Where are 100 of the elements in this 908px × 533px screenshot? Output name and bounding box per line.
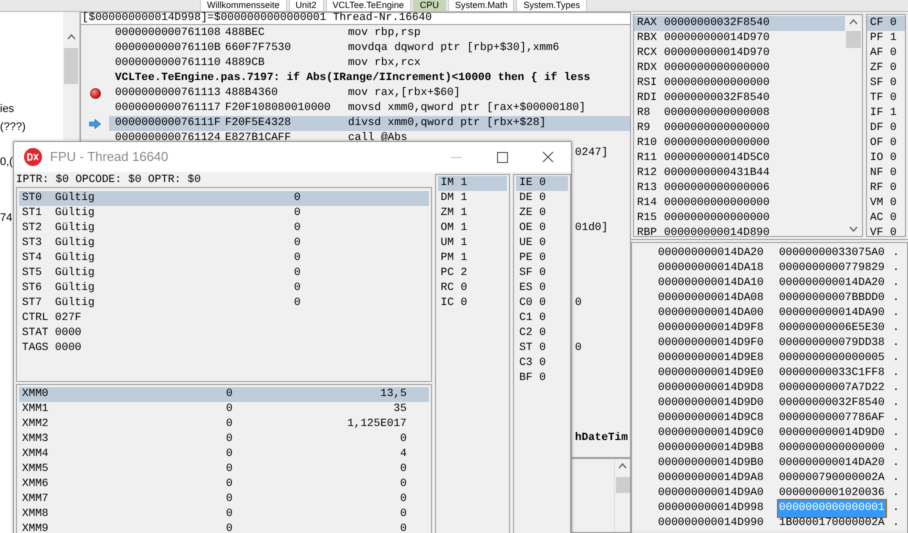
stack-address: 000000000014D990 — [658, 516, 765, 532]
stack-value[interactable]: 000000000014DA90 — [778, 305, 886, 322]
minimize-icon — [450, 156, 462, 158]
stack-value[interactable]: 000000790000002A — [778, 470, 886, 487]
register-row: RAX 00000000032F8540 — [634, 16, 845, 31]
stack-value[interactable]: 1B0000170000002A — [778, 515, 886, 532]
scroll-up-icon[interactable] — [66, 34, 76, 40]
flag-row-text: NF 0 — [869, 166, 898, 181]
stack-value[interactable]: 000000000079DD38 — [778, 335, 886, 352]
st-register-row[interactable]: ST6 Gültig 0 — [19, 281, 429, 296]
stack-value[interactable]: 00000000033075A0 — [778, 245, 886, 262]
register-row-text: RBP 000000000014D890 — [636, 226, 771, 241]
xmm-register-row[interactable]: XMM9 0 0 — [19, 522, 429, 533]
scrollbar-thumb[interactable] — [64, 48, 78, 84]
stack-value[interactable]: 0000000000779829 — [778, 260, 886, 277]
stack-value[interactable]: 0000000000000000 — [778, 440, 886, 457]
stack-address: 000000000014D9F8 — [658, 321, 765, 336]
ascii-text: . — [892, 501, 900, 516]
st-register-row[interactable]: ST1 Gültig 0 — [19, 206, 429, 221]
st-register-row[interactable]: ST4 Gültig 0 — [19, 251, 429, 266]
ascii-text: . — [892, 306, 900, 322]
ascii-text: . — [892, 381, 900, 396]
flag-row-text: OF 0 — [869, 136, 898, 151]
register-row-text: R12 0000000000431B44 — [636, 166, 771, 181]
stack-value[interactable]: 0000000000000005 — [778, 350, 886, 367]
scroll-up-icon[interactable] — [618, 463, 627, 469]
stack-value[interactable]: 00000000007BBDD0 — [778, 290, 886, 307]
stack-value[interactable]: 000000000014D9D0 — [778, 425, 886, 442]
instruction-text: divsd xmm0,qword ptr [rbx+$28] — [348, 116, 546, 132]
st-register-row[interactable]: ST2 Gültig 0 — [19, 221, 429, 236]
ascii-text: . — [892, 261, 900, 276]
code-row[interactable]: 0000000000761110 4889CB mov rbx,rcx — [81, 56, 630, 71]
flag-row-text: PF 1 — [869, 31, 898, 46]
scroll-down-icon[interactable] — [849, 226, 858, 232]
address-text: 0000000000761113 — [114, 86, 222, 102]
breakpoint-icon[interactable] — [90, 88, 100, 99]
xmm-register-row[interactable]: XMM0 0 13,5 — [19, 387, 429, 402]
register-row-text: RDX 0000000000000000 — [636, 61, 771, 76]
register-row-text: R10 0000000000000000 — [636, 136, 771, 151]
ascii-text: . — [892, 246, 900, 262]
maximize-icon — [496, 152, 508, 162]
register-row-text: R15 0000000000000000 — [636, 211, 771, 226]
stack-address: 000000000014D9A0 — [658, 486, 765, 502]
instruction-text: call @Abs — [348, 131, 408, 146]
xmm-register-row[interactable]: XMM2 0 1,125E017 — [19, 417, 429, 432]
st-register-row[interactable]: ST0 Gültig 0 — [19, 191, 429, 206]
stack-value[interactable]: 0000000001020036 — [778, 485, 886, 502]
instruction-text: mov rbx,rcx — [348, 56, 421, 72]
status-flag-row-text: C2 0 — [518, 326, 547, 341]
tree-item-text: ies — [0, 102, 14, 116]
stack-address: 000000000014DA18 — [658, 261, 765, 276]
editor-tab[interactable]: Unit2 — [288, 0, 324, 11]
status-flag-row-text: SF 0 — [518, 266, 547, 281]
flag-row-text: IO 0 — [869, 151, 898, 166]
fpu-word-row-text: TAGS 0000 — [21, 341, 82, 356]
code-row[interactable]: 000000000076110B 660F7F7530 movdqa dqword ptr [rbp+$30],xmm6 — [81, 41, 630, 56]
st-register-row[interactable]: ST7 Gültig 0 — [19, 296, 429, 311]
opcode-bytes: 4889CB — [225, 56, 266, 72]
flag-row-text: TF 0 — [869, 91, 898, 106]
ascii-text: . — [892, 441, 900, 456]
xmm-register-row[interactable]: XMM5 0 0 — [19, 462, 429, 477]
code-row[interactable]: 0000000000761113 488B4360 mov rax,[rbx+$60] — [81, 86, 630, 101]
stack-value[interactable]: 000000000014DA20 — [778, 275, 886, 292]
xmm-register-row[interactable]: XMM4 0 4 — [19, 447, 429, 462]
xmm-register-row[interactable]: XMM7 0 0 — [19, 492, 429, 507]
xmm-register-row[interactable]: XMM3 0 0 — [19, 432, 429, 447]
stack-value[interactable]: 00000000007786AF — [778, 410, 886, 427]
stack-value[interactable]: 00000000006E5E30 — [778, 320, 886, 337]
control-flag-row-text: ZM 1 — [440, 206, 468, 221]
stack-address: 000000000014DA00 — [658, 306, 765, 322]
stack-value[interactable]: 00000000032F8540 — [778, 395, 886, 412]
control-flag-row-text: UM 1 — [440, 236, 468, 251]
ascii-text: . — [892, 471, 900, 486]
control-flag-row: IM 1 — [438, 176, 508, 191]
xmm-register-row[interactable]: XMM8 0 0 — [19, 507, 429, 522]
editor-tab[interactable]: CPU — [412, 0, 446, 11]
scrollbar-thumb[interactable] — [846, 31, 861, 48]
editor-tab[interactable]: System.Types — [516, 0, 587, 11]
editor-tab[interactable]: System.Math — [448, 0, 514, 11]
editor-tab[interactable]: Willkommensseite — [200, 0, 287, 11]
control-flag-row-text: OM 1 — [440, 221, 468, 236]
stack-address: 000000000014DA20 — [658, 246, 765, 262]
st-register-row[interactable]: ST5 Gültig 0 — [19, 266, 429, 281]
code-row[interactable]: 0000000000761108 488BEC mov rbp,rsp — [81, 26, 630, 41]
instruction-text: 0 — [575, 296, 582, 311]
xmm-register-row[interactable]: XMM6 0 0 — [19, 477, 429, 492]
scroll-up-icon[interactable] — [849, 19, 858, 25]
stack-value[interactable]: 000000000014DA20 — [778, 455, 886, 472]
code-row[interactable]: 0000000000761117 F20F108080010000 movsd xmm0,qword ptr [rax+$00000180] — [81, 101, 630, 116]
stack-address: 000000000014DA08 — [658, 291, 765, 306]
stack-address: 000000000014D9E8 — [658, 351, 765, 366]
st-register-row[interactable]: ST3 Gültig 0 — [19, 236, 429, 251]
stack-address: 000000000014D9C0 — [658, 426, 765, 442]
scrollbar-thumb[interactable] — [616, 477, 630, 493]
xmm-register-row[interactable]: XMM1 0 35 — [19, 402, 429, 417]
stack-value[interactable]: 00000000033C1FF8 — [778, 365, 886, 382]
status-flag-row-text: C0 0 — [518, 296, 547, 311]
ascii-text: . — [892, 411, 900, 426]
editor-tab[interactable]: VCLTee.TeEngine — [326, 0, 411, 11]
stack-value[interactable]: 00000000007A7D22 — [778, 380, 886, 397]
